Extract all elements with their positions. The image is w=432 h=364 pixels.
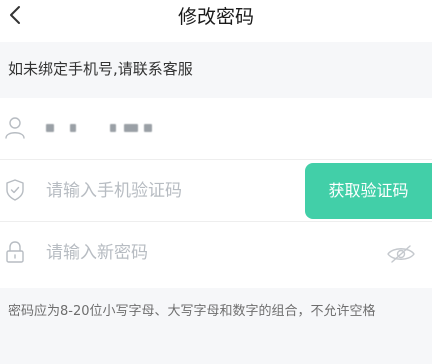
page-title: 修改密码 [177, 6, 254, 28]
password-rules-text: 密码应为8-20位小写字母、大写字母和数字的组合，不允许空格 [8, 304, 376, 319]
password-row: 请输入新密码 [0, 222, 432, 284]
code-row: 请输入手机验证码 获取验证码 [0, 160, 432, 222]
shield-icon [6, 179, 24, 201]
lock-icon [6, 241, 24, 263]
phone-row [0, 98, 432, 160]
new-password-input[interactable]: 请输入新密码 [46, 241, 148, 265]
notice-banner: 如未绑定手机号,请联系客服 [0, 42, 432, 98]
change-password-screen: 修改密码 如未绑定手机号,请联系客服 请输入手机验证码 获取验证码 请输入新密码… [0, 0, 432, 364]
password-form: 请输入手机验证码 获取验证码 请输入新密码 [0, 98, 432, 288]
notice-text: 如未绑定手机号,请联系客服 [8, 60, 193, 78]
get-code-button[interactable]: 获取验证码 [305, 163, 432, 219]
header: 修改密码 [0, 0, 432, 42]
eye-closed-icon[interactable] [386, 243, 416, 265]
user-icon [5, 117, 25, 139]
verification-code-input[interactable]: 请输入手机验证码 [46, 179, 182, 203]
password-rules: 密码应为8-20位小写字母、大写字母和数字的组合，不允许空格 [0, 288, 432, 364]
